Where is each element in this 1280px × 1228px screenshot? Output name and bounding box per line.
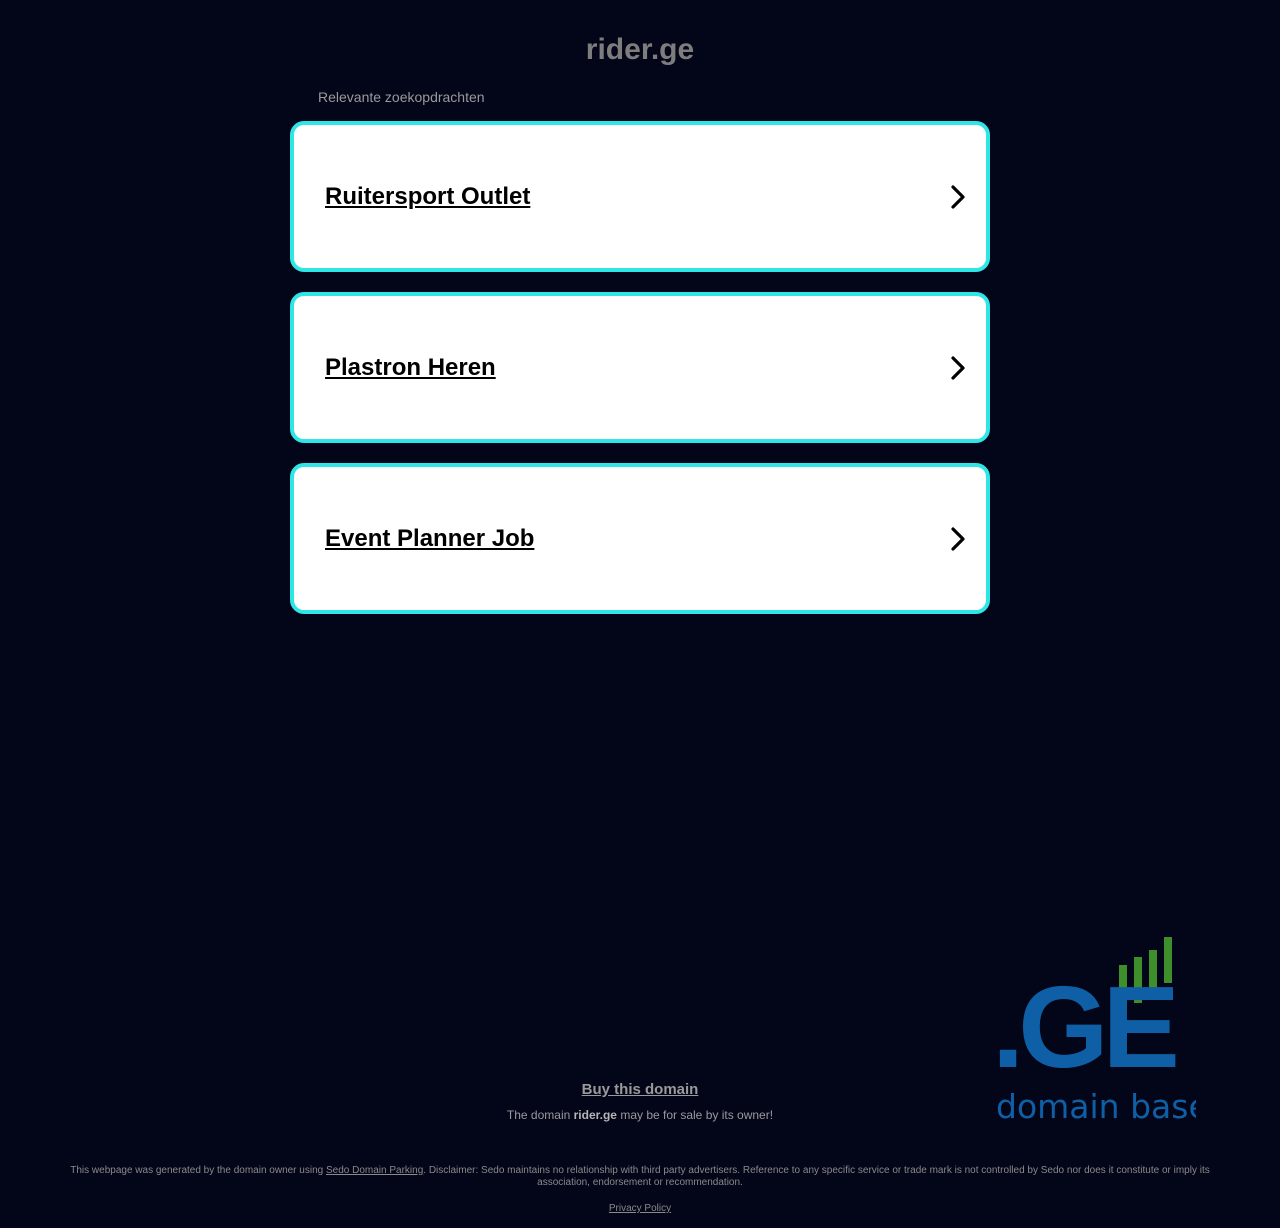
result-link[interactable]: Event Planner Job bbox=[325, 467, 534, 610]
chevron-right-icon bbox=[951, 185, 965, 209]
result-card-plastron-heren[interactable]: Plastron Heren bbox=[290, 292, 990, 443]
sale-notice-suffix: may be for sale by its owner! bbox=[616, 1108, 774, 1122]
domain-title: rider.ge bbox=[585, 33, 695, 66]
sale-notice-prefix: The domain bbox=[506, 1108, 574, 1122]
sale-notice-domain: rider.ge bbox=[573, 1108, 617, 1122]
result-card-ruitersport-outlet[interactable]: Ruitersport Outlet bbox=[290, 121, 990, 272]
result-link[interactable]: Ruitersport Outlet bbox=[325, 125, 530, 268]
sale-notice: The domain rider.ge may be for sale by i… bbox=[0, 1108, 1280, 1122]
parking-page: rider.ge Relevante zoekopdrachten Ruiter… bbox=[0, 0, 1280, 1228]
result-card-event-planner-job[interactable]: Event Planner Job bbox=[290, 463, 990, 614]
chevron-right-icon bbox=[951, 356, 965, 380]
disclaimer-part-1: This webpage was generated by the domain… bbox=[70, 1165, 326, 1176]
chevron-right-icon bbox=[951, 527, 965, 551]
result-link[interactable]: Plastron Heren bbox=[325, 296, 496, 439]
privacy-policy-link[interactable]: Privacy Policy bbox=[609, 1203, 671, 1214]
disclaimer-part-2: . Disclaimer: Sedo maintains no relation… bbox=[423, 1165, 1210, 1188]
sedo-domain-parking-link[interactable]: Sedo Domain Parking bbox=[326, 1165, 423, 1176]
related-searches-label: Relevante zoekopdrachten bbox=[318, 89, 485, 105]
privacy-footer: Privacy Policy bbox=[0, 1203, 1280, 1214]
disclaimer-text: This webpage was generated by the domain… bbox=[60, 1165, 1220, 1189]
buy-domain-link[interactable]: Buy this domain bbox=[0, 1081, 1280, 1098]
related-searches-list: Ruitersport Outlet Plastron Heren Event … bbox=[290, 121, 990, 634]
logo-ge-text: .GE bbox=[992, 962, 1175, 1092]
